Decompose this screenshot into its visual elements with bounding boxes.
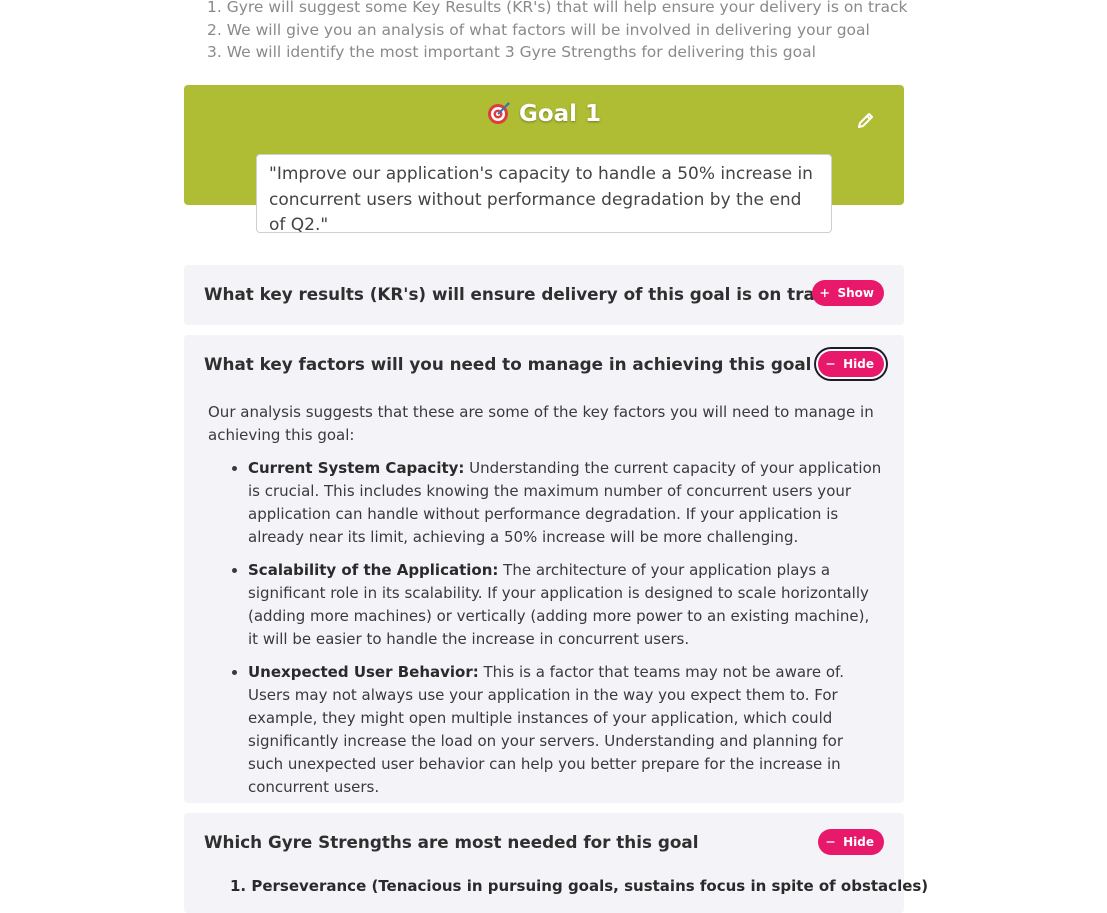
strength-item-partial: 1. Perseverance (Tenacious in pursuing g… — [230, 877, 929, 895]
target-icon — [487, 101, 511, 131]
goal-statement: "Improve our application's capacity to h… — [256, 154, 832, 233]
goal-title-text: Goal 1 — [518, 101, 602, 127]
key-factors-list: Current System Capacity: Understanding t… — [208, 457, 882, 809]
goal-title: Goal 1 — [184, 101, 904, 131]
list-item: Scalability of the Application: The arch… — [248, 559, 882, 651]
hide-button-label: Hide — [843, 357, 874, 371]
plus-icon — [820, 288, 829, 298]
factor-name: Scalability of the Application: — [248, 561, 499, 579]
strengths-section: Which Gyre Strengths are most needed for… — [184, 813, 904, 913]
factor-text: This is a factor that teams may not be a… — [248, 663, 845, 796]
strengths-title: Which Gyre Strengths are most needed for… — [204, 832, 699, 852]
intro-step: 2. We will give you an analysis of what … — [207, 20, 870, 39]
analysis-intro: Our analysis suggests that these are som… — [208, 403, 874, 444]
hide-button-label: Hide — [843, 835, 874, 849]
edit-goal-button[interactable] — [856, 110, 876, 130]
intro-step: 3. We will identify the most important 3… — [207, 43, 816, 61]
factor-name: Current System Capacity: — [248, 459, 465, 477]
key-factors-title: What key factors will you need to manage… — [204, 354, 812, 374]
show-key-results-button[interactable]: Show — [812, 280, 884, 306]
hide-strengths-button[interactable]: Hide — [818, 829, 884, 855]
minus-icon — [826, 841, 835, 843]
intro-step: 1. Gyre will suggest some Key Results (K… — [207, 0, 908, 16]
factor-name: Unexpected User Behavior: — [248, 663, 479, 681]
list-item: Current System Capacity: Understanding t… — [248, 457, 882, 549]
minus-icon — [826, 363, 835, 365]
key-factors-section: What key factors will you need to manage… — [184, 335, 904, 803]
pencil-icon — [858, 113, 873, 128]
intro-steps-list: 1. Gyre will suggest some Key Results (K… — [207, 0, 908, 64]
show-button-label: Show — [837, 286, 874, 300]
key-results-section: What key results (KR's) will ensure deli… — [184, 265, 904, 325]
list-item: Unexpected User Behavior: This is a fact… — [248, 661, 882, 799]
hide-key-factors-button[interactable]: Hide — [818, 351, 884, 377]
key-results-title: What key results (KR's) will ensure deli… — [204, 284, 836, 304]
